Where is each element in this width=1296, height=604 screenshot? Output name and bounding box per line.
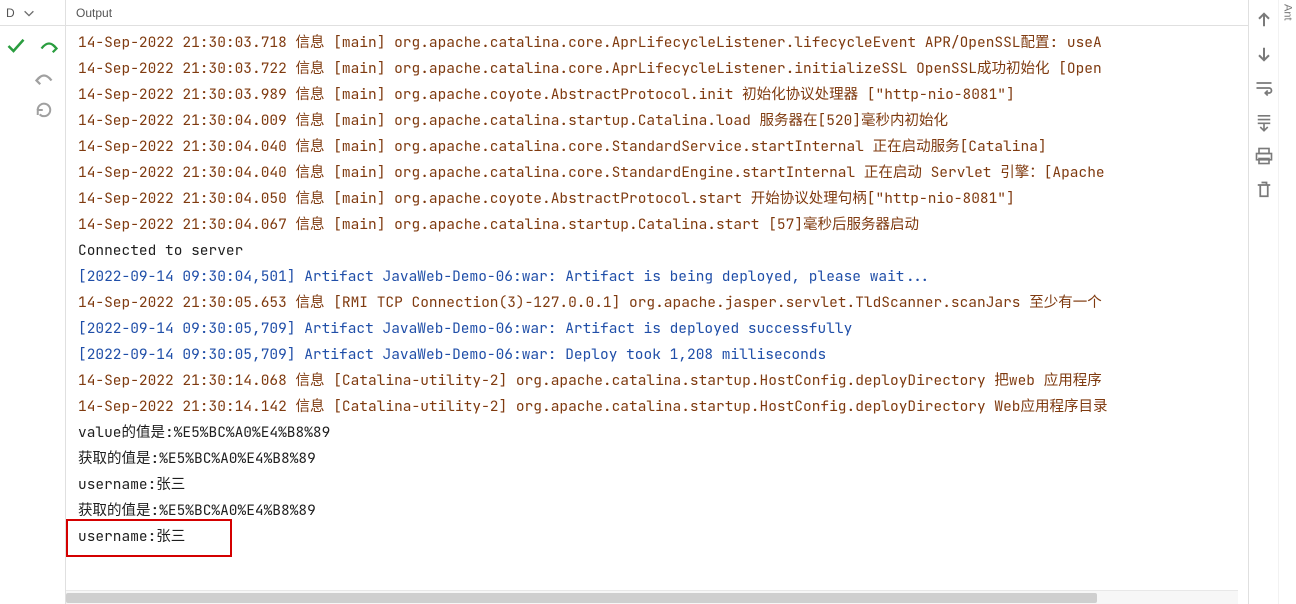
arrow-up-icon[interactable] (1254, 10, 1274, 30)
run-config-tab[interactable]: D (0, 0, 65, 26)
scrollbar-thumb[interactable] (66, 593, 1097, 603)
output-tab[interactable]: Output (66, 0, 1248, 26)
console-line: 14-Sep-2022 21:30:03.718 信息 [main] org.a… (78, 30, 1248, 56)
refresh-icon[interactable] (34, 100, 54, 120)
ant-label: Ant (1282, 4, 1294, 21)
console-line: [2022-09-14 09:30:05,709] Artifact JavaW… (78, 316, 1248, 342)
horizontal-scrollbar[interactable] (66, 590, 1238, 604)
console-line: 14-Sep-2022 21:30:04.040 信息 [main] org.a… (78, 160, 1248, 186)
console-line: 14-Sep-2022 21:30:04.067 信息 [main] org.a… (78, 212, 1248, 238)
console-output[interactable]: 14-Sep-2022 21:30:03.718 信息 [main] org.a… (66, 26, 1248, 582)
console-line: Connected to server (78, 238, 1248, 264)
step-over-icon[interactable] (39, 36, 59, 56)
left-gutter: D (0, 0, 66, 604)
soft-wrap-icon[interactable] (1254, 78, 1274, 98)
run-config-label: D (6, 6, 15, 20)
console-line: 14-Sep-2022 21:30:04.040 信息 [main] org.a… (78, 134, 1248, 160)
console-line: 14-Sep-2022 21:30:04.050 信息 [main] org.a… (78, 186, 1248, 212)
console-line: 14-Sep-2022 21:30:03.989 信息 [main] org.a… (78, 82, 1248, 108)
check-icon[interactable] (6, 36, 26, 56)
console-line: 14-Sep-2022 21:30:05.653 信息 [RMI TCP Con… (78, 290, 1248, 316)
ant-tool-window-stripe[interactable]: Ant (1278, 0, 1296, 604)
console-line: 14-Sep-2022 21:30:14.142 信息 [Catalina-ut… (78, 394, 1248, 420)
highlight-annotation (66, 519, 232, 557)
right-toolbar (1248, 0, 1278, 604)
trash-icon[interactable] (1254, 180, 1274, 200)
console-line: 14-Sep-2022 21:30:14.068 信息 [Catalina-ut… (78, 368, 1248, 394)
console-line: 14-Sep-2022 21:30:03.722 信息 [main] org.a… (78, 56, 1248, 82)
step-back-icon[interactable] (34, 68, 54, 88)
console-line: username:张三 (78, 524, 1248, 550)
console-line: [2022-09-14 09:30:05,709] Artifact JavaW… (78, 342, 1248, 368)
console-line: 14-Sep-2022 21:30:04.009 信息 [main] org.a… (78, 108, 1248, 134)
console-line: 获取的值是:%E5%BC%A0%E4%B8%89 (78, 446, 1248, 472)
arrow-down-icon[interactable] (1254, 44, 1274, 64)
print-icon[interactable] (1254, 146, 1274, 166)
scroll-to-end-icon[interactable] (1254, 112, 1274, 132)
output-tab-label: Output (76, 6, 112, 20)
console-line: [2022-09-14 09:30:04,501] Artifact JavaW… (78, 264, 1248, 290)
console-line: 获取的值是:%E5%BC%A0%E4%B8%89 (78, 498, 1248, 524)
console-line: username:张三 (78, 472, 1248, 498)
console-line: value的值是:%E5%BC%A0%E4%B8%89 (78, 420, 1248, 446)
chevron-down-icon (19, 3, 39, 23)
